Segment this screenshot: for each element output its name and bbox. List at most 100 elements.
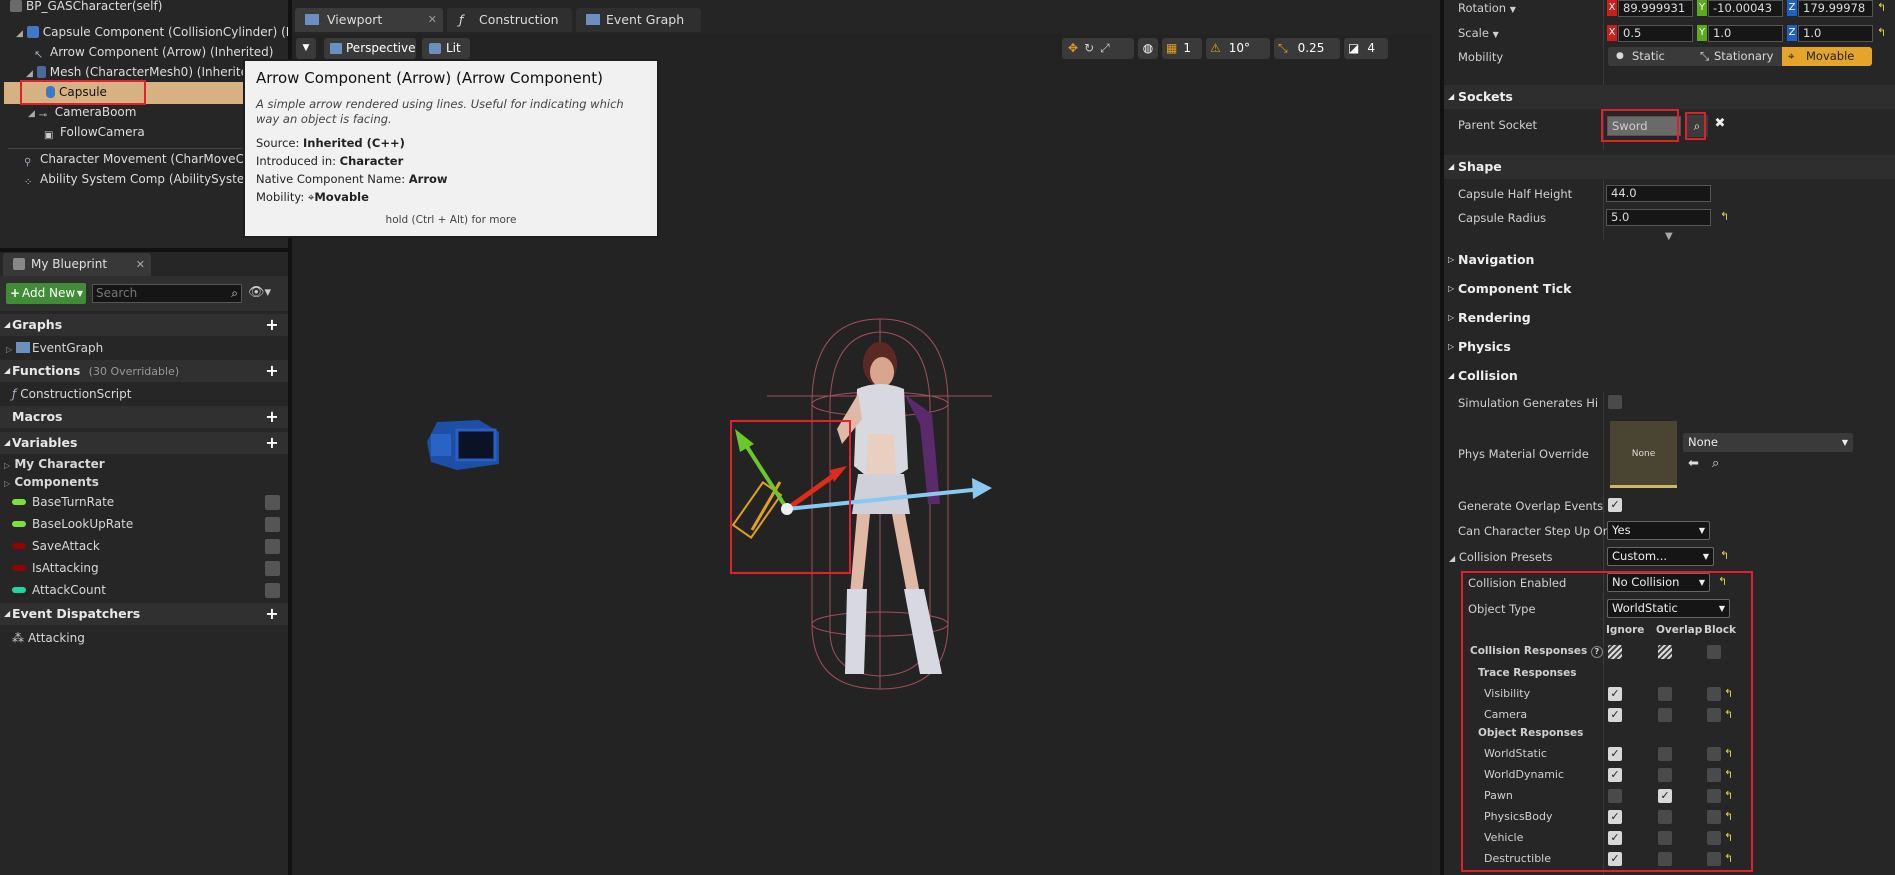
scale-y-field[interactable]: 1.0 xyxy=(1708,25,1783,42)
reset-arrow-icon[interactable]: ↰ xyxy=(1877,2,1889,14)
reset-arrow-icon[interactable]: ↰ xyxy=(1724,790,1736,802)
variable-item[interactable]: IsAttacking xyxy=(12,558,99,578)
use-selected-asset-icon[interactable]: ⬅ xyxy=(1688,456,1699,471)
variable-visibility-toggle[interactable] xyxy=(265,539,280,554)
reset-arrow-icon[interactable]: ↰ xyxy=(1720,211,1732,223)
response-block-checkbox[interactable] xyxy=(1707,831,1721,845)
section-variables[interactable]: ◢ Variables + xyxy=(0,432,288,454)
response-ignore-checkbox[interactable]: ✓ xyxy=(1608,852,1622,866)
viewport-options-button[interactable]: ▼ xyxy=(296,38,316,59)
capsule-radius-field[interactable]: 5.0 xyxy=(1606,209,1711,226)
angle-snap-icon[interactable]: ⚠ xyxy=(1210,38,1221,59)
reset-arrow-icon[interactable]: ↰ xyxy=(1877,27,1889,39)
category-shape[interactable]: ◢ Shape xyxy=(1444,155,1895,179)
tree-root[interactable]: BP_GASCharacter(self) xyxy=(10,0,162,16)
response-overlap-checkbox[interactable] xyxy=(1658,687,1672,701)
category-rendering[interactable]: ▷ Rendering xyxy=(1444,306,1895,330)
variable-category-components[interactable]: ▷ Components xyxy=(4,472,99,492)
category-collision[interactable]: ◢ Collision xyxy=(1444,364,1895,388)
response-block-checkbox[interactable] xyxy=(1707,789,1721,803)
tree-item-ability-system[interactable]: ⁘ Ability System Comp (AbilitySystemC xyxy=(24,169,264,189)
camera-speed-icon[interactable]: ◪ xyxy=(1348,38,1359,59)
response-block-checkbox[interactable] xyxy=(1707,768,1721,782)
scale-z-field[interactable]: 1.0 xyxy=(1798,25,1873,42)
close-tab-icon[interactable]: ✕ xyxy=(136,253,145,276)
reset-arrow-icon[interactable]: ↰ xyxy=(1724,832,1736,844)
tab-viewport[interactable]: Viewport ✕ xyxy=(295,8,443,32)
all-overlap-checkbox[interactable] xyxy=(1658,645,1672,659)
reset-arrow-icon[interactable]: ↰ xyxy=(1724,688,1736,700)
rotation-z-field[interactable]: 179.99978 xyxy=(1798,0,1873,17)
tree-item-arrow-component[interactable]: ↖ Arrow Component (Arrow) (Inherited) xyxy=(34,42,273,62)
section-functions[interactable]: ◢ Functions (30 Overridable) + xyxy=(0,360,288,382)
reset-arrow-icon[interactable]: ↰ xyxy=(1720,550,1732,562)
add-new-button[interactable]: + Add New ▼ xyxy=(6,283,86,304)
advanced-expand-icon[interactable]: ▼ xyxy=(1665,231,1673,242)
category-component-tick[interactable]: ▷ Component Tick xyxy=(1444,277,1895,301)
reset-arrow-icon[interactable]: ↰ xyxy=(1724,853,1736,865)
response-overlap-checkbox[interactable]: ✓ xyxy=(1658,789,1672,803)
response-ignore-checkbox[interactable]: ✓ xyxy=(1608,810,1622,824)
phys-material-thumbnail[interactable]: None xyxy=(1610,421,1677,488)
step-up-dropdown[interactable]: Yes ▼ xyxy=(1607,521,1710,540)
function-item-constructionscript[interactable]: ƒ ConstructionScript xyxy=(12,384,131,404)
mobility-stationary-option[interactable]: ⤡ Stationary xyxy=(1694,47,1778,66)
add-function-button[interactable]: + xyxy=(264,363,280,379)
response-ignore-checkbox[interactable]: ✓ xyxy=(1608,687,1622,701)
mobility-movable-option[interactable]: ⌖ Movable xyxy=(1782,47,1872,66)
response-ignore-checkbox[interactable]: ✓ xyxy=(1608,831,1622,845)
variable-visibility-toggle[interactable] xyxy=(265,583,280,598)
translate-icon[interactable]: ✥ xyxy=(1068,38,1078,59)
camera-speed-value[interactable]: 4 xyxy=(1367,38,1375,59)
response-ignore-checkbox[interactable]: ✓ xyxy=(1608,768,1622,782)
variable-visibility-toggle[interactable] xyxy=(265,561,280,576)
variable-item[interactable]: SaveAttack xyxy=(12,536,100,556)
angle-snap-value[interactable]: 10° xyxy=(1229,38,1250,59)
response-ignore-checkbox[interactable]: ✓ xyxy=(1608,747,1622,761)
parent-socket-field[interactable]: Sword xyxy=(1607,116,1681,136)
panel-splitter[interactable] xyxy=(0,248,288,252)
close-tab-icon[interactable]: ✕ xyxy=(428,8,437,32)
scale-snap-value[interactable]: 0.25 xyxy=(1298,38,1325,59)
add-macro-button[interactable]: + xyxy=(264,409,280,425)
view-options-icon[interactable]: 👁▾ xyxy=(248,285,271,300)
grid-snap-value[interactable]: 1 xyxy=(1183,38,1191,59)
scale-snap-icon[interactable]: ⤡ xyxy=(1278,38,1288,59)
response-overlap-checkbox[interactable] xyxy=(1658,768,1672,782)
rotation-y-field[interactable]: -10.00043 xyxy=(1708,0,1783,17)
variable-item[interactable]: AttackCount xyxy=(12,580,106,600)
variable-visibility-toggle[interactable] xyxy=(265,495,280,510)
variable-category-my-character[interactable]: ▷ My Character xyxy=(4,454,105,474)
browse-asset-icon[interactable]: ⌕ xyxy=(1712,456,1719,471)
response-block-checkbox[interactable] xyxy=(1707,810,1721,824)
blueprint-search-input[interactable]: Search ⌕ xyxy=(92,284,242,303)
response-ignore-checkbox[interactable]: ✓ xyxy=(1608,708,1622,722)
response-overlap-checkbox[interactable] xyxy=(1658,810,1672,824)
all-block-checkbox[interactable] xyxy=(1707,645,1721,659)
response-ignore-checkbox[interactable] xyxy=(1608,789,1622,803)
search-icon[interactable]: ⌕ xyxy=(231,285,238,302)
variable-visibility-toggle[interactable] xyxy=(265,517,280,532)
world-local-button[interactable]: ◍ xyxy=(1138,38,1158,59)
tree-item-followcamera[interactable]: ▣ FollowCamera xyxy=(44,122,145,142)
variable-item[interactable]: BaseTurnRate xyxy=(12,492,114,512)
response-overlap-checkbox[interactable] xyxy=(1658,831,1672,845)
tree-item-character-movement[interactable]: ⚲ Character Movement (CharMoveCom xyxy=(24,149,263,169)
tab-construction-script[interactable]: ƒ Construction Scrip xyxy=(447,8,572,51)
scale-label[interactable]: Scale ▼ xyxy=(1458,26,1499,40)
reset-arrow-icon[interactable]: ↰ xyxy=(1724,811,1736,823)
perspective-button[interactable]: Perspective xyxy=(324,38,416,59)
response-overlap-checkbox[interactable] xyxy=(1658,708,1672,722)
collision-enabled-dropdown[interactable]: No Collision ▼ xyxy=(1607,573,1710,592)
response-block-checkbox[interactable] xyxy=(1707,708,1721,722)
overlap-events-checkbox[interactable]: ✓ xyxy=(1608,498,1622,512)
reset-arrow-icon[interactable]: ↰ xyxy=(1718,576,1730,588)
response-block-checkbox[interactable] xyxy=(1707,747,1721,761)
socket-search-button[interactable]: ⌕ xyxy=(1686,115,1708,137)
add-variable-button[interactable]: + xyxy=(264,435,280,451)
mobility-static-option[interactable]: ● Static xyxy=(1608,47,1692,66)
lit-button[interactable]: Lit xyxy=(422,38,470,59)
reset-arrow-icon[interactable]: ↰ xyxy=(1724,709,1736,721)
collision-presets-label[interactable]: ◢ Collision Presets xyxy=(1449,550,1552,564)
category-physics[interactable]: ▷ Physics xyxy=(1444,335,1895,359)
